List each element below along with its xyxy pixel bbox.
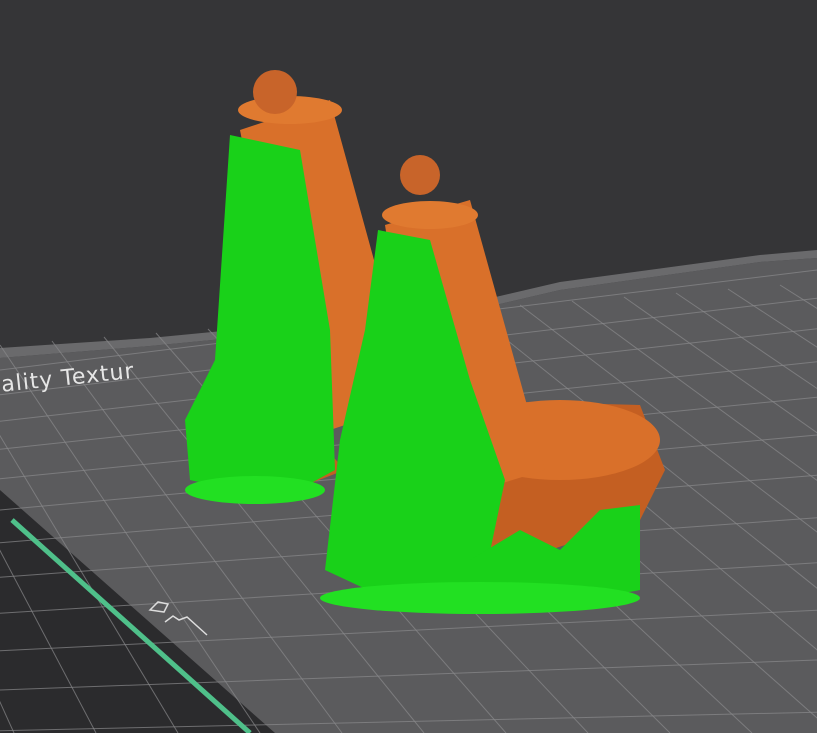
model-2-support-brim <box>320 582 640 614</box>
model-2-top <box>382 201 478 229</box>
viewport-canvas[interactable]: ality Textur <box>0 0 817 733</box>
model-1-knob <box>253 70 297 114</box>
model-2-knob <box>400 155 440 195</box>
3d-viewport[interactable]: ality Textur <box>0 0 817 733</box>
model-1-support-brim <box>185 476 325 504</box>
